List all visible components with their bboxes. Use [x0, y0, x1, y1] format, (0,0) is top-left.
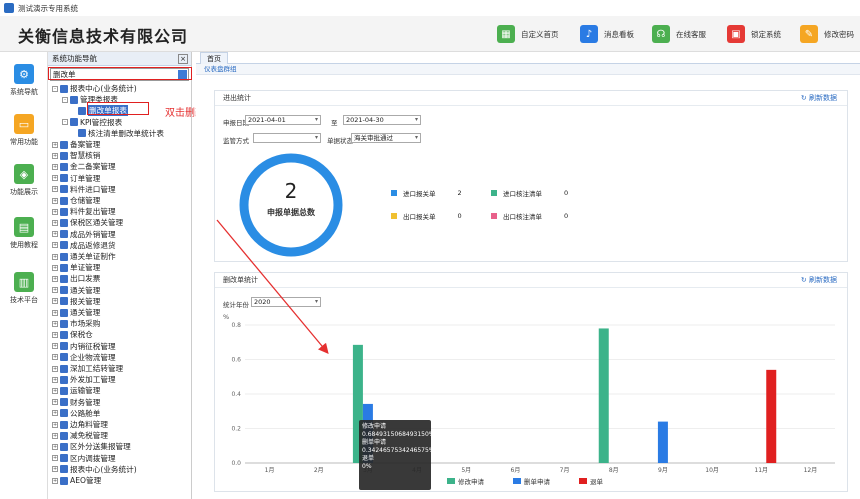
arrow-line	[216, 219, 329, 354]
annotation-arrow	[216, 219, 329, 354]
